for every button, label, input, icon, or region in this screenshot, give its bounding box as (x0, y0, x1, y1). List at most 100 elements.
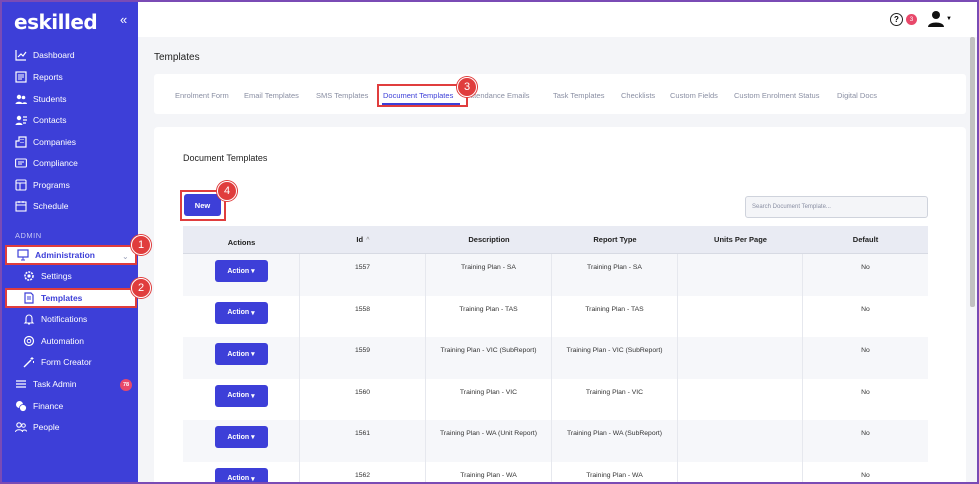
action-dropdown-button[interactable]: Action ▾ (214, 426, 268, 448)
report-icon (14, 71, 27, 83)
scrollbar[interactable] (970, 37, 975, 307)
action-dropdown-button[interactable]: Action ▾ (214, 343, 268, 365)
cell-units (678, 254, 803, 296)
action-dropdown-button[interactable]: Action ▾ (214, 384, 268, 407)
tab-email-templates[interactable]: Email Templates (244, 91, 299, 100)
double-chevron-left-icon[interactable]: « (120, 12, 127, 27)
col-header-description[interactable]: Description (426, 226, 552, 253)
col-header-report-type[interactable]: Report Type (552, 226, 678, 253)
sidebar-item-reports[interactable]: Reports (14, 68, 63, 86)
cell-default: No (861, 388, 870, 396)
sidebar-item-templates[interactable]: Templates (5, 288, 137, 308)
tab-custom-fields[interactable]: Custom Fields (670, 91, 718, 100)
sidebar-item-students[interactable]: Students (14, 90, 67, 108)
sidebar-item-people[interactable]: People (14, 418, 59, 436)
tab-digital-docs[interactable]: Digital Docs (837, 91, 877, 100)
sidebar-item-schedule[interactable]: Schedule (14, 197, 68, 215)
table-row: Action ▾ 1560 Training Plan - VIC Traini… (183, 378, 928, 420)
tab-attendance-emails[interactable]: Attendance Emails (467, 91, 530, 100)
annotation-badge-4: 4 (217, 181, 237, 201)
window-icon (14, 179, 27, 191)
annotation-badge-3: 3 (457, 77, 477, 97)
sidebar-item-form-creator[interactable]: Form Creator (22, 353, 92, 371)
action-dropdown-button[interactable]: Action ▾ (214, 301, 268, 324)
document-icon (24, 292, 34, 304)
cell-report-type: Training Plan - WA (552, 461, 678, 482)
sidebar-item-finance[interactable]: Finance (14, 397, 63, 415)
col-header-actions: Actions (227, 238, 256, 247)
magic-wand-icon (22, 356, 35, 368)
contacts-icon (14, 114, 27, 126)
help-icon[interactable]: ? (890, 13, 903, 26)
cell-description: Training Plan - WA (Unit Report) (426, 420, 552, 462)
id-card-icon (14, 157, 27, 169)
cell-units (678, 461, 803, 482)
caret-down-icon[interactable]: ▼ (946, 16, 952, 22)
highlight-box-tab (377, 84, 468, 107)
cell-units (678, 420, 803, 462)
card-title: Document Templates (183, 153, 268, 163)
sidebar: eskilled « Dashboard Reports Students Co… (2, 2, 138, 482)
col-header-units-per-page[interactable]: Units Per Page (678, 226, 803, 253)
col-header-default[interactable]: Default (803, 226, 928, 253)
sidebar-item-programs[interactable]: Programs (14, 176, 70, 194)
sidebar-item-automation[interactable]: Automation (22, 332, 84, 350)
cell-default: No (861, 305, 870, 313)
chevron-down-icon[interactable]: ⌄ (122, 252, 129, 261)
search-input[interactable]: Search Document Template... (745, 196, 928, 218)
user-avatar-icon[interactable] (927, 10, 945, 28)
table-row: Action ▾ 1562 Training Plan - WA Trainin… (183, 461, 928, 482)
logo[interactable]: eskilled (14, 10, 98, 34)
sidebar-item-contacts[interactable]: Contacts (14, 111, 67, 129)
cell-id: 1559 (300, 337, 426, 379)
sidebar-item-task-admin[interactable]: Task Admin (14, 375, 76, 393)
action-dropdown-button[interactable]: Action ▾ (214, 467, 268, 482)
coins-icon (14, 400, 27, 412)
tab-bar: Enrolment Form Email Templates SMS Templ… (154, 74, 966, 114)
topbar: ? 3 ▼ (138, 2, 977, 37)
sidebar-item-companies[interactable]: Companies (14, 133, 76, 151)
tab-task-templates[interactable]: Task Templates (553, 91, 605, 100)
list-icon (14, 378, 27, 390)
bell-icon (22, 313, 35, 325)
cell-report-type: Training Plan - VIC (SubReport) (552, 337, 678, 379)
cell-default: No (861, 264, 870, 271)
table-header: Actions Id ^ Description Report Type Unit… (183, 226, 928, 254)
cell-id: 1562 (300, 461, 426, 482)
table-body: Action ▾ 1557 Training Plan - SA Trainin… (183, 254, 928, 482)
app-frame: eskilled « Dashboard Reports Students Co… (0, 0, 979, 484)
monitor-icon (17, 249, 29, 261)
tab-checklists[interactable]: Checklists (621, 91, 655, 100)
sort-icon[interactable]: ^ (366, 237, 370, 243)
cell-report-type: Training Plan - WA (SubReport) (552, 420, 678, 462)
col-header-id[interactable]: Id ^ (300, 226, 426, 253)
sidebar-item-compliance[interactable]: Compliance (14, 154, 78, 172)
tab-custom-enrolment-status[interactable]: Custom Enrolment Status (734, 91, 819, 100)
cell-units (678, 337, 803, 379)
sidebar-item-settings[interactable]: Settings (22, 267, 72, 285)
table-row: Action ▾ 1561 Training Plan - WA (Unit R… (183, 420, 928, 462)
sidebar-item-dashboard[interactable]: Dashboard (14, 46, 75, 64)
cell-description: Training Plan - TAS (426, 295, 552, 337)
cell-id: 1561 (300, 420, 426, 462)
annotation-badge-1: 1 (131, 235, 151, 255)
sidebar-item-notifications[interactable]: Notifications (22, 310, 87, 328)
cell-description: Training Plan - VIC (426, 378, 552, 420)
cell-description: Training Plan - VIC (SubReport) (426, 337, 552, 379)
cell-id: 1557 (300, 254, 426, 296)
tab-sms-templates[interactable]: SMS Templates (316, 91, 368, 100)
sidebar-section-admin: ADMIN (15, 231, 42, 240)
cell-default: No (861, 347, 870, 354)
action-dropdown-button[interactable]: Action ▾ (214, 260, 268, 282)
cell-default: No (861, 471, 870, 479)
new-button[interactable]: New (184, 194, 221, 216)
notification-badge[interactable]: 3 (906, 14, 917, 25)
calendar-icon (14, 200, 27, 212)
automation-icon (22, 335, 35, 347)
cell-id: 1560 (300, 378, 426, 420)
cell-default: No (861, 430, 870, 437)
users-icon (14, 93, 27, 105)
building-icon (14, 136, 27, 148)
tab-enrolment-form[interactable]: Enrolment Form (175, 91, 229, 100)
sidebar-item-administration[interactable]: Administration (5, 245, 137, 265)
